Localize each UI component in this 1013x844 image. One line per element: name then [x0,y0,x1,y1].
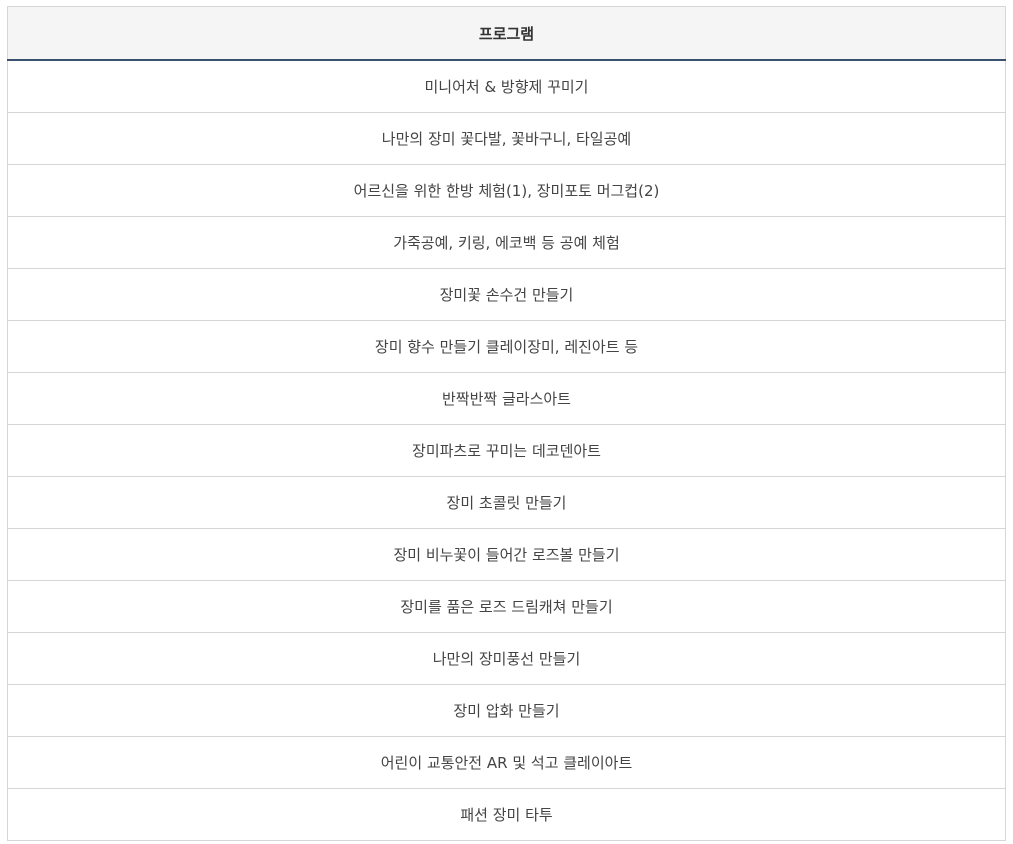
program-table-container: 프로그램 미니어처 & 방향제 꾸미기 나만의 장미 꽃다발, 꽃바구니, 타일… [7,6,1006,841]
program-cell: 나만의 장미풍선 만들기 [7,632,1006,685]
header-row: 프로그램 [7,6,1006,61]
table-row: 장미를 품은 로즈 드림캐쳐 만들기 [7,580,1006,633]
table-body: 미니어처 & 방향제 꾸미기 나만의 장미 꽃다발, 꽃바구니, 타일공예 어르… [7,59,1006,841]
program-cell: 장미를 품은 로즈 드림캐쳐 만들기 [7,580,1006,633]
table-row: 장미파츠로 꾸미는 데코덴아트 [7,424,1006,477]
program-cell: 장미 압화 만들기 [7,684,1006,737]
program-cell: 장미 향수 만들기 클레이장미, 레진아트 등 [7,320,1006,373]
program-cell: 미니어처 & 방향제 꾸미기 [7,59,1006,113]
program-cell: 반짝반짝 글라스아트 [7,372,1006,425]
program-cell: 나만의 장미 꽃다발, 꽃바구니, 타일공예 [7,112,1006,165]
table-row: 패션 장미 타투 [7,788,1006,841]
table-row: 장미꽃 손수건 만들기 [7,268,1006,321]
program-cell: 어르신을 위한 한방 체험(1), 장미포토 머그컵(2) [7,164,1006,217]
table-row: 장미 향수 만들기 클레이장미, 레진아트 등 [7,320,1006,373]
table-row: 반짝반짝 글라스아트 [7,372,1006,425]
table-head: 프로그램 [7,6,1006,61]
program-cell: 장미파츠로 꾸미는 데코덴아트 [7,424,1006,477]
table-row: 가죽공예, 키링, 에코백 등 공예 체험 [7,216,1006,269]
table-row: 어르신을 위한 한방 체험(1), 장미포토 머그컵(2) [7,164,1006,217]
program-cell: 패션 장미 타투 [7,788,1006,841]
table-row: 장미 압화 만들기 [7,684,1006,737]
column-header-program: 프로그램 [7,6,1006,61]
program-cell: 장미 비누꽃이 들어간 로즈볼 만들기 [7,528,1006,581]
program-table: 프로그램 미니어처 & 방향제 꾸미기 나만의 장미 꽃다발, 꽃바구니, 타일… [7,6,1006,841]
program-cell: 장미꽃 손수건 만들기 [7,268,1006,321]
table-row: 어린이 교통안전 AR 및 석고 클레이아트 [7,736,1006,789]
table-row: 장미 초콜릿 만들기 [7,476,1006,529]
program-cell: 가죽공예, 키링, 에코백 등 공예 체험 [7,216,1006,269]
program-cell: 어린이 교통안전 AR 및 석고 클레이아트 [7,736,1006,789]
table-row: 나만의 장미풍선 만들기 [7,632,1006,685]
table-row: 미니어처 & 방향제 꾸미기 [7,59,1006,113]
program-cell: 장미 초콜릿 만들기 [7,476,1006,529]
table-row: 나만의 장미 꽃다발, 꽃바구니, 타일공예 [7,112,1006,165]
table-row: 장미 비누꽃이 들어간 로즈볼 만들기 [7,528,1006,581]
